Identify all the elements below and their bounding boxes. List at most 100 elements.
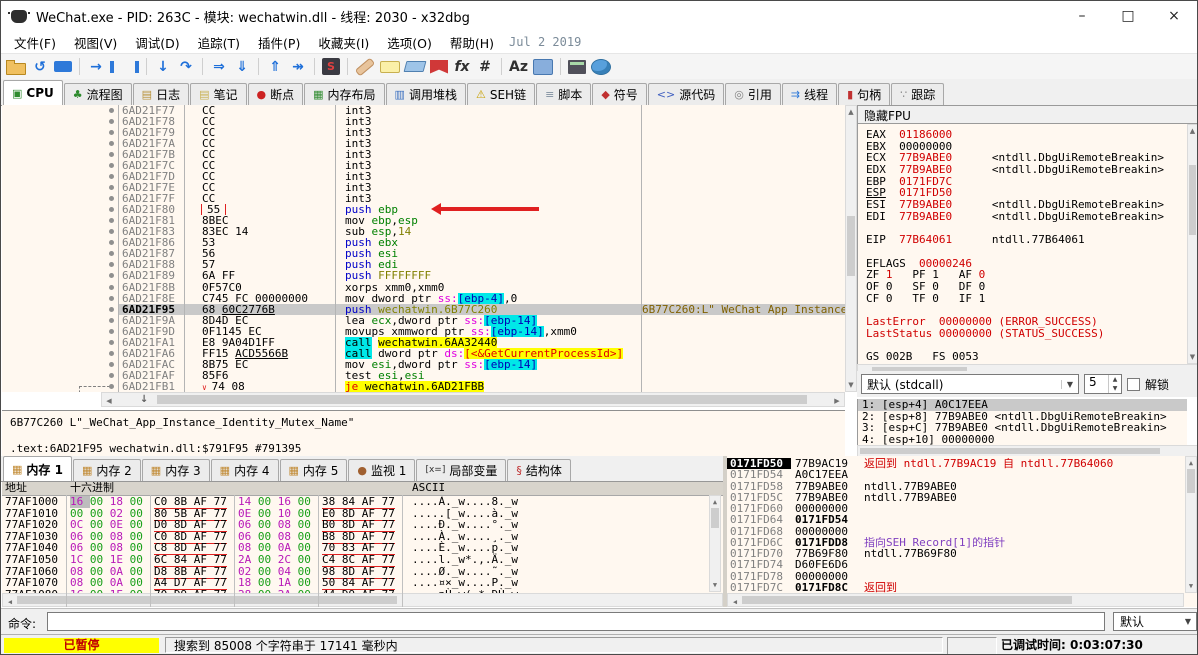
tab-seh[interactable]: ⚠ SEH链 (466, 83, 536, 105)
tab-symbols[interactable]: ◆ 符号 (592, 83, 647, 105)
disasm-row[interactable]: 6AD21F88 57 push edi (2, 259, 845, 270)
tab-dump-5[interactable]: ▦ 内存 5 (279, 459, 348, 481)
scroll-thumb[interactable] (711, 508, 719, 528)
chevron-down-icon[interactable]: ▼ (1061, 379, 1078, 389)
toolbar-run-icon[interactable]: → (87, 58, 105, 76)
tab-notes[interactable]: ▤ 笔记 (190, 83, 247, 105)
tab-call-stack[interactable]: ▥ 调用堆栈 (385, 83, 466, 105)
toolbar-labels-icon[interactable] (403, 61, 427, 72)
tab-cpu[interactable]: ▣ CPU (3, 80, 63, 105)
toolbar-comments-icon[interactable] (380, 60, 400, 73)
registers-panel[interactable]: EAX 01186000 EBX 00000000 ECX 77B9ABE0 <nt… (857, 124, 1187, 364)
toolbar-step-over-icon[interactable]: ↷ (177, 58, 195, 76)
register-line[interactable]: CF 0 TF 0 IF 1 (866, 292, 1187, 305)
scroll-up-icon[interactable]: ▲ (1188, 126, 1197, 136)
menu-item-8[interactable]: 帮助(H) (441, 31, 503, 54)
registers-header[interactable]: 隐藏FPU (857, 105, 1197, 124)
disasm-vscrollbar[interactable]: ▲ ▼ (845, 105, 857, 392)
disasm-row[interactable]: 6AD21F80 55 push ebp (2, 203, 845, 216)
disasm-row[interactable]: 6AD21F7E CC int3 (2, 182, 845, 193)
tab-memory-map[interactable]: ▦ 内存布局 (304, 83, 385, 105)
scroll-thumb[interactable] (847, 216, 855, 276)
scroll-thumb[interactable] (1189, 165, 1196, 235)
tab-graph[interactable]: ♣ 流程图 (63, 83, 132, 105)
stack-hscrollbar[interactable]: ◀ (727, 593, 1184, 607)
spin-down-icon[interactable]: ▼ (1109, 384, 1121, 393)
scroll-left-icon[interactable]: ◀ (730, 597, 740, 607)
disasm-row[interactable]: 6AD21F7F CC int3 (2, 193, 845, 204)
stack-vscrollbar[interactable]: ▲ ▼ (1185, 456, 1197, 593)
toolbar-stop-icon[interactable] (54, 61, 72, 72)
disasm-row[interactable]: 6AD21F95 68 60C2776B push wechatwin.6B77C2… (2, 303, 845, 315)
arg-count-stepper[interactable]: 5 ▲ ▼ (1084, 374, 1122, 394)
toolbar-strings-icon[interactable]: S (322, 58, 340, 75)
scroll-up-icon[interactable]: ▲ (846, 107, 856, 117)
menu-item-3[interactable]: 调试(D) (126, 31, 188, 54)
disasm-row[interactable]: 6AD21FA6 FF15 ACD5566B call dword ptr ds:[… (2, 347, 845, 359)
scroll-down-icon[interactable]: ▼ (1188, 352, 1197, 362)
disasm-row[interactable]: 6AD21F7A CC int3 (2, 138, 845, 149)
close-button[interactable]: × (1151, 1, 1197, 31)
menu-item-1[interactable]: 文件(F) (5, 31, 65, 54)
disassembly-panel[interactable]: 6AD21F77 CC int3 6AD21F78 CC int3 6AD21F79 CC in… (2, 105, 845, 392)
menu-item-4[interactable]: 追踪(T) (189, 31, 249, 54)
maximize-button[interactable]: □ (1105, 1, 1151, 31)
tab-handles[interactable]: ▮ 句柄 (838, 83, 891, 105)
menu-item-5[interactable]: 插件(P) (249, 31, 309, 54)
disasm-row[interactable]: 6AD21F79 CC int3 (2, 127, 845, 138)
disasm-row[interactable]: 6AD21F9D 0F1145 EC movups xmmword ptr ss:[… (2, 325, 845, 337)
disasm-row[interactable]: 6AD21F89 6A FF push FFFFFFFF (2, 270, 845, 281)
scroll-left-icon[interactable]: ◀ (5, 597, 15, 607)
register-line[interactable]: EDI 77B9ABE0 <ntdll.DbgUiRemoteBreakin> (866, 210, 1187, 223)
scroll-thumb[interactable] (1187, 469, 1195, 493)
toolbar-pause-icon[interactable] (110, 60, 139, 73)
tab-script[interactable]: ≡ 脚本 (536, 83, 592, 105)
disasm-row[interactable]: 6AD21F86 53 push ebx (2, 237, 845, 248)
stack-row[interactable]: 0171FD54 A0C17EEA (727, 469, 1197, 480)
minimize-button[interactable]: – (1059, 1, 1105, 31)
scroll-thumb[interactable] (860, 448, 1160, 454)
toolbar-step-down-icon[interactable]: ⇓ (233, 58, 251, 76)
tab-log[interactable]: ▤ 日志 (132, 83, 190, 105)
scroll-right-icon[interactable]: ▶ (832, 396, 842, 406)
chevron-down-icon[interactable]: ▼ (1180, 617, 1196, 626)
scroll-down-icon[interactable]: ▼ (1186, 581, 1196, 591)
disasm-row[interactable]: 6AD21F8B 0F57C0 xorps xmm0,xmm0 (2, 282, 845, 293)
tab-locals[interactable]: [x=] 局部变量 (416, 459, 507, 481)
scroll-up-icon[interactable]: ▲ (1186, 458, 1196, 468)
stack-row[interactable]: 0171FD74 D60FE6D6 (727, 559, 1197, 570)
register-line[interactable]: GS 002B FS 0053 (866, 351, 1187, 363)
tab-source[interactable]: <> 源代码 (647, 83, 725, 105)
toolbar-hash-icon[interactable]: # (476, 58, 494, 76)
disasm-row[interactable]: 6AD21F78 CC int3 (2, 116, 845, 127)
disasm-row[interactable]: 6AD21FAF 85F6 test esi,esi (2, 370, 845, 381)
toolbar-step-into-icon[interactable]: ↓ (154, 58, 172, 76)
scroll-thumb[interactable] (742, 596, 1072, 604)
scroll-down-icon[interactable]: ▼ (846, 380, 856, 390)
menu-item-2[interactable]: 视图(V) (65, 31, 126, 54)
toolbar-patches-icon[interactable] (354, 57, 376, 76)
command-input[interactable] (47, 612, 1105, 631)
toolbar-functions-icon[interactable]: fx (453, 58, 471, 76)
call-arg-line[interactable]: 1: [esp+4] A0C17EEA (858, 399, 1187, 411)
stack-row[interactable]: 0171FD64 0171FD54 (727, 514, 1197, 525)
disasm-row[interactable]: 6AD21F9A 8D4D EC lea ecx,dword ptr ss:[ebp… (2, 314, 845, 326)
scroll-up-icon[interactable]: ▲ (710, 497, 720, 507)
disasm-row[interactable]: 6AD21FAC 8B75 EC mov esi,dword ptr ss:[ebp… (2, 358, 845, 370)
tab-watch-1[interactable]: ● 监视 1 (348, 459, 416, 481)
disasm-row[interactable]: 6AD21F7D CC int3 (2, 171, 845, 182)
scroll-left-icon[interactable]: ◀ (104, 396, 114, 406)
scroll-thumb[interactable] (17, 596, 397, 604)
toolbar-favourites-icon[interactable] (430, 59, 448, 74)
disasm-row[interactable]: 6AD21FA1 E8 9A04D1FF call wechatwin.6AA324… (2, 336, 845, 348)
tab-dump-2[interactable]: ▦ 内存 2 (72, 459, 141, 481)
toolbar-calculator-icon[interactable] (567, 59, 586, 74)
disasm-row[interactable]: 6AD21F83 83EC 14 sub esp,14 (2, 226, 845, 237)
menu-item-6[interactable]: 收藏夹(I) (309, 31, 378, 54)
spin-up-icon[interactable]: ▲ (1109, 375, 1121, 384)
stack-panel[interactable]: 0171FD50 77B9AC19 返回到 ntdll.77B9AC19 自 ntd… (727, 456, 1197, 607)
toolbar-phone-icon[interactable] (532, 58, 553, 75)
tab-struct[interactable]: § 结构体 (507, 459, 571, 481)
scroll-thumb[interactable] (157, 395, 807, 404)
tab-dump-3[interactable]: ▦ 内存 3 (141, 459, 210, 481)
